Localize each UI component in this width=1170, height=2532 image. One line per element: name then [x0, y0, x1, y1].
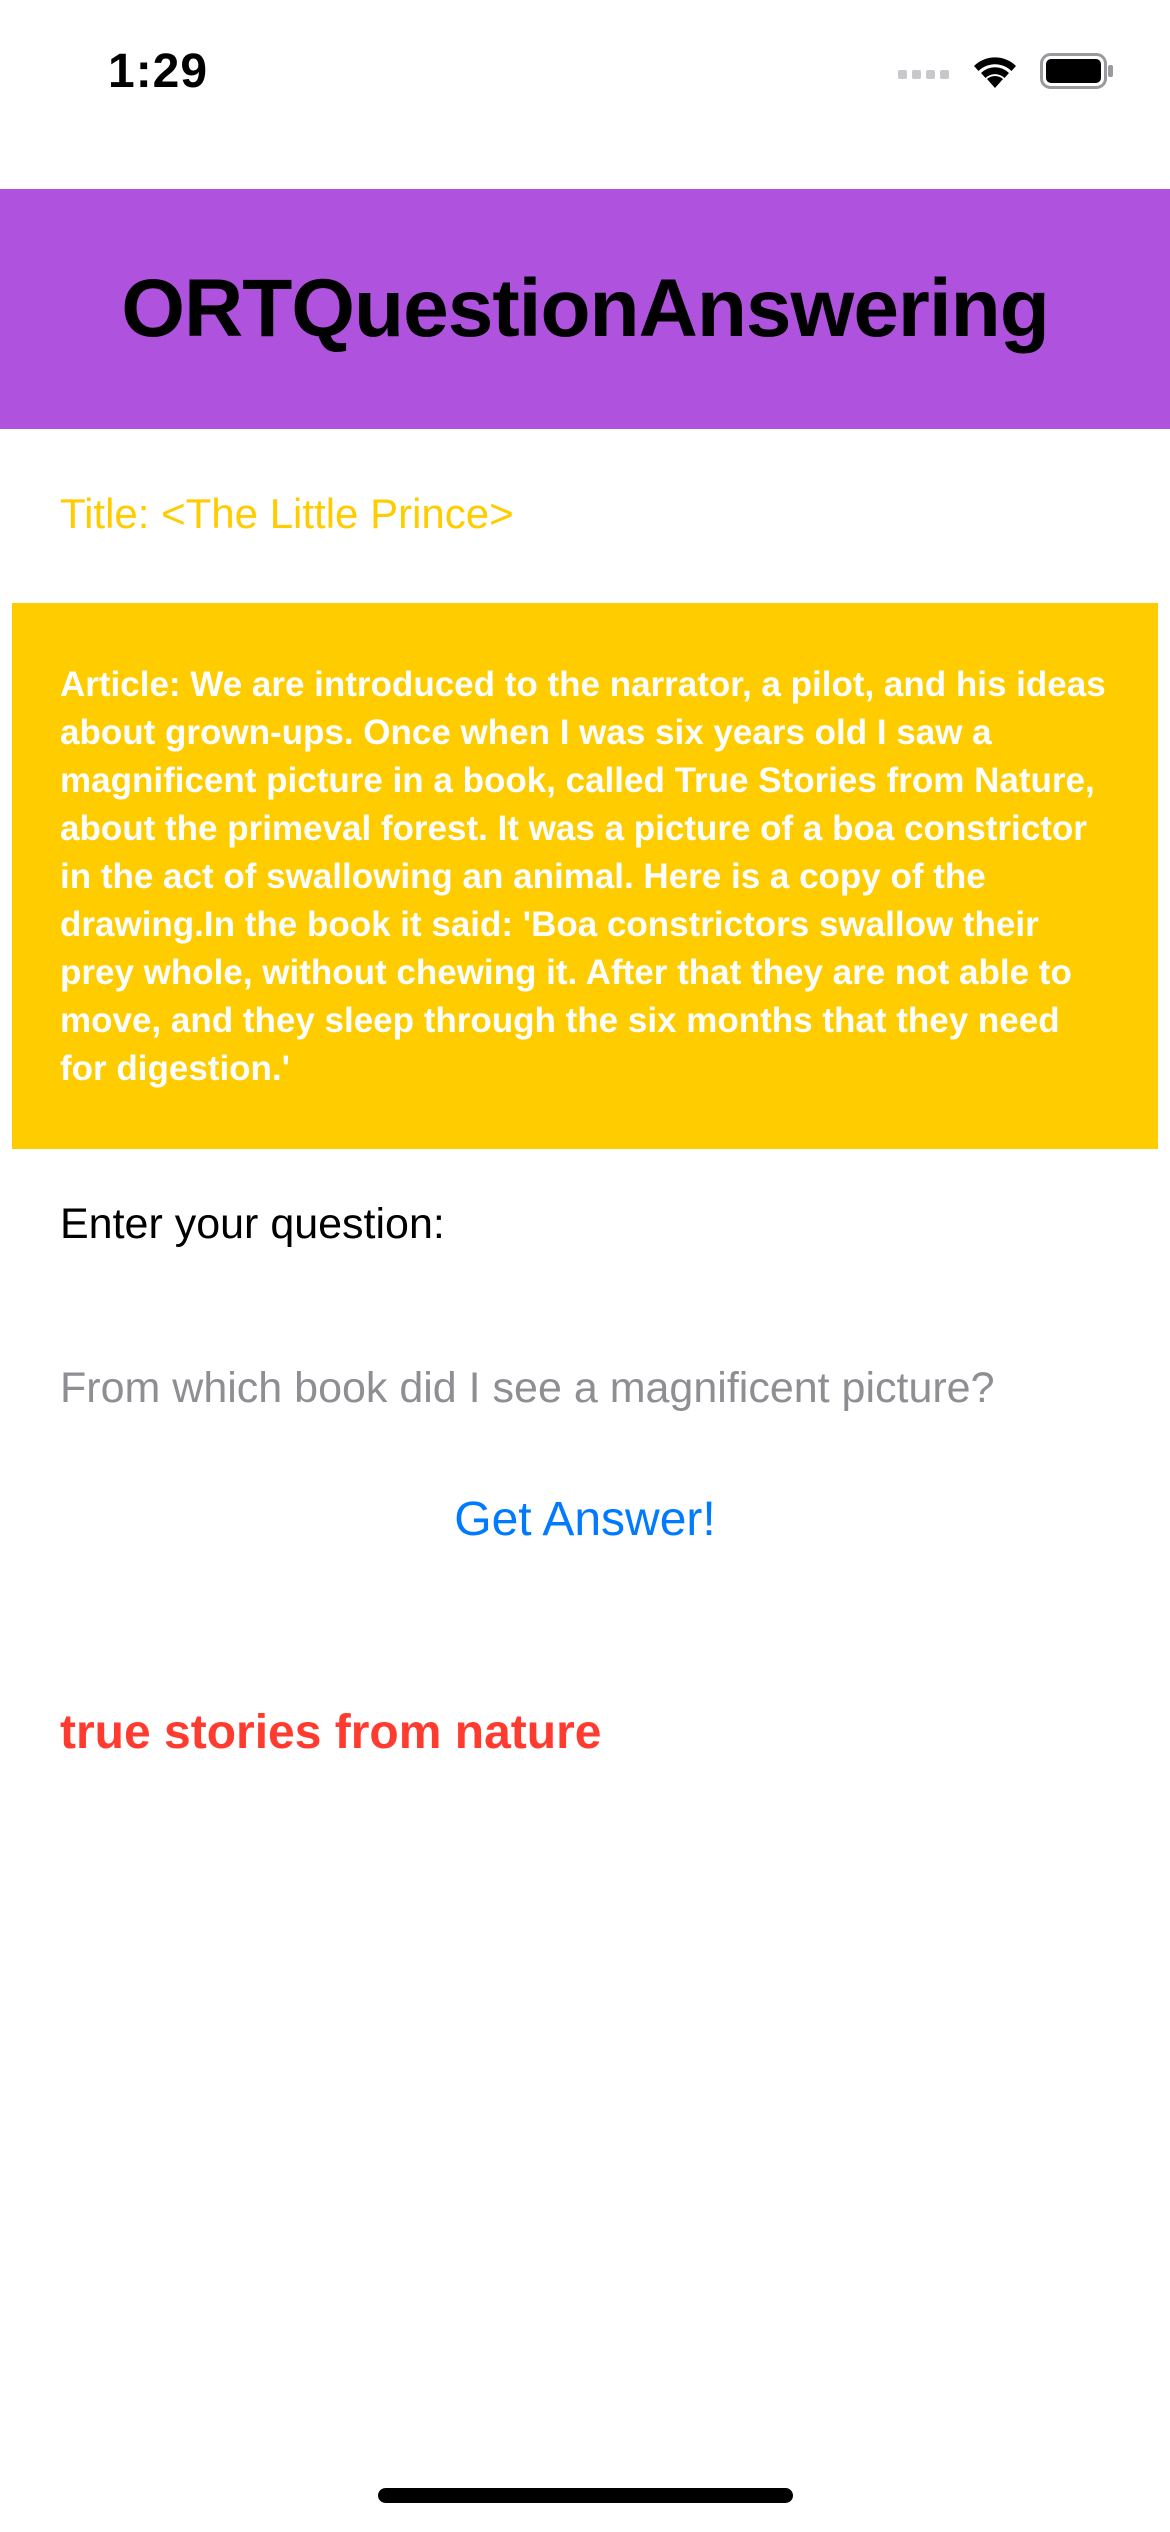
cellular-signal-icon: [898, 62, 950, 85]
status-icons: [898, 52, 1114, 95]
battery-icon: [1040, 53, 1114, 94]
status-bar: 1:29: [0, 0, 1170, 150]
article-text: Article: We are introduced to the narrat…: [60, 665, 1106, 1088]
question-label: Enter your question:: [60, 1200, 445, 1248]
answer-text: true stories from nature: [60, 1706, 602, 1759]
app-screen: 1:29 ORTQuestionAnswering Title: <The Li…: [0, 0, 1170, 2532]
wifi-icon: [970, 52, 1020, 95]
status-time: 1:29: [108, 45, 209, 98]
header-title: ORTQuestionAnswering: [121, 263, 1050, 354]
book-title-label: Title: <The Little Prince>: [60, 490, 514, 537]
get-answer-button[interactable]: Get Answer!: [0, 1486, 1170, 1552]
question-input[interactable]: [60, 1358, 1110, 1418]
app-header: ORTQuestionAnswering: [0, 189, 1170, 429]
article-box: Article: We are introduced to the narrat…: [12, 603, 1158, 1149]
home-indicator[interactable]: [378, 2488, 793, 2503]
